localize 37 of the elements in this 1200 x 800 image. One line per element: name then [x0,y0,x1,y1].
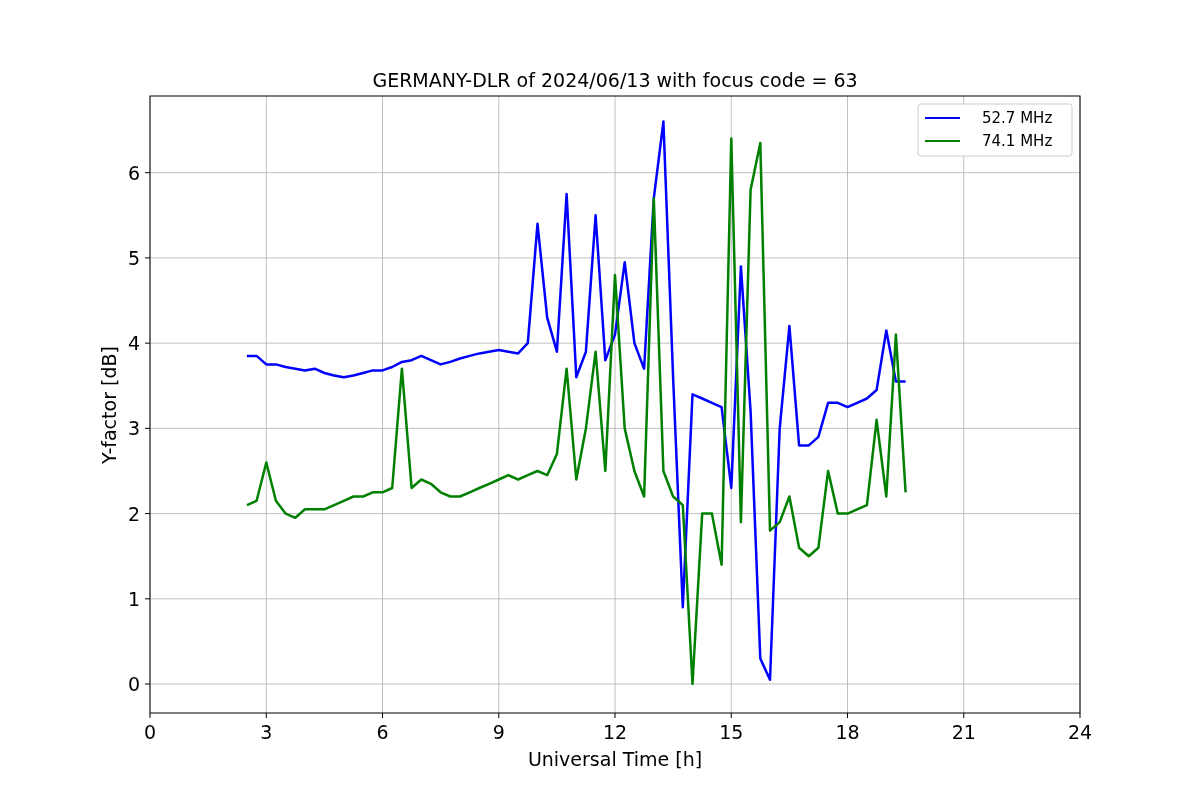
tick-label: 21 [951,721,976,743]
tick-mark [1079,712,1081,719]
tick-mark [144,172,151,174]
tick-label: 2 [127,502,140,525]
tick-mark [614,712,616,719]
tick-mark [144,598,151,600]
tick-mark [847,712,848,719]
tick-mark [498,712,500,719]
legend-label: 52.7 MHz [982,109,1053,127]
tick-mark [265,712,267,719]
tick-label: 24 [1067,721,1093,743]
tick-label: 3 [260,721,273,743]
tick-mark [144,342,151,344]
tick-label: 18 [835,721,860,743]
tick-mark [382,712,383,719]
tick-mark [149,712,151,719]
chart-title: GERMANY-DLR of 2024/06/13 with focus code = 63 [372,69,858,91]
tick-label: 4 [127,332,140,355]
tick-label: 9 [492,721,505,743]
x-axis-label: Universal Time [h] [527,748,703,770]
y-axis-label: Y-factor [dB] [98,346,120,464]
tick-mark [963,712,965,719]
tick-mark [144,513,151,515]
tick-label: 6 [376,721,389,743]
tick-label: 12 [602,721,628,743]
tick-label: 1 [127,587,140,610]
tick-label: 3 [127,417,140,440]
tick-label: 0 [143,721,157,743]
legend-label: 74.1 MHz [982,132,1053,150]
tick-label: 5 [127,246,140,269]
tick-mark [144,427,151,429]
tick-label: 15 [719,721,744,743]
tick-mark [144,683,151,685]
tick-label: 6 [127,161,140,184]
tick-mark [730,712,732,719]
tick-mark [144,257,151,259]
tick-label: 0 [127,673,140,695]
